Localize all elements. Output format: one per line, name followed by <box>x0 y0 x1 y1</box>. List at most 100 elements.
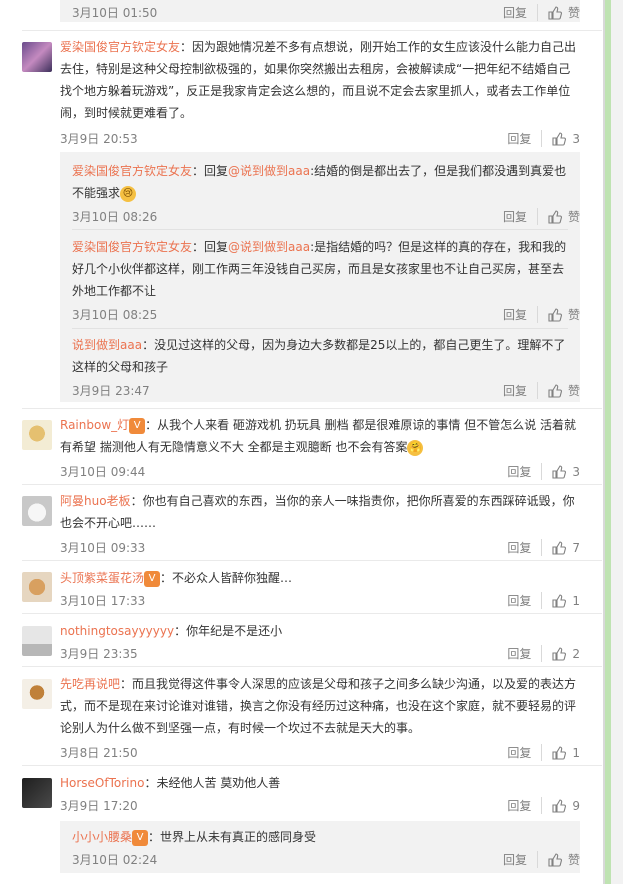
reply-button[interactable]: 回复 <box>503 4 538 21</box>
mention-link[interactable]: @说到做到aaa <box>228 240 310 254</box>
reply-body: ：没见过这样的父母，因为身边大多数都是25以上的，都自己更生了。理解不了这样的父… <box>72 338 566 374</box>
avatar[interactable] <box>22 626 52 656</box>
avatar[interactable] <box>22 420 52 450</box>
hug-emoji-icon: 🤗 <box>407 439 424 456</box>
thumbs-up-icon[interactable] <box>552 464 567 479</box>
timestamp: 3月9日 20:53 <box>60 132 138 146</box>
reply-button[interactable]: 回复 <box>503 382 538 399</box>
comment-body: ：而且我觉得这件事令人深思的应该是父母和孩子之间多么缺少沟通，以及爱的表达方式，… <box>60 677 577 735</box>
divider <box>22 30 602 31</box>
divider <box>22 765 602 766</box>
timestamp: 3月10日 08:26 <box>72 210 158 224</box>
reply-text: 小小小腰桑 V ：世界上从未有真正的感同身受 <box>72 826 568 848</box>
reply-text: 爱染国俊官方钦定女友：回复@说到做到aaa:结婚的倒是都出去了，但是我们都没遇到… <box>72 160 568 204</box>
comment-actions: 回复 1 <box>507 592 580 609</box>
avatar[interactable] <box>22 778 52 808</box>
username-link[interactable]: 小小小腰桑 <box>72 830 132 844</box>
like-label[interactable]: 赞 <box>568 306 580 323</box>
reply-button[interactable]: 回复 <box>507 797 543 814</box>
reply-button[interactable]: 回复 <box>507 463 543 480</box>
comment-actions: 回复 7 <box>507 539 580 556</box>
username-link[interactable]: 爱染国俊官方钦定女友 <box>72 240 192 254</box>
reply-text: 爱染国俊官方钦定女友：回复@说到做到aaa:是指结婚的吗？但是这样的真的存在，我… <box>72 236 568 302</box>
like-count[interactable]: 1 <box>572 746 580 760</box>
reply-body: ：世界上从未有真正的感同身受 <box>148 830 317 844</box>
comment-body: ：不必众人皆醉你独醒… <box>160 571 293 585</box>
comment-actions: 回复 赞 <box>503 4 580 21</box>
comment-text: 先吃再说吧：而且我觉得这件事令人深思的应该是父母和孩子之间多么缺少沟通，以及爱的… <box>60 673 580 739</box>
thumbs-up-icon[interactable] <box>552 798 567 813</box>
thumbs-up-icon[interactable] <box>552 745 567 760</box>
like-label[interactable]: 赞 <box>568 382 580 399</box>
scrollbar-thumb[interactable] <box>605 0 611 884</box>
thumbs-up-icon[interactable] <box>548 383 562 398</box>
reply-label: ：回复 <box>192 164 229 178</box>
username-link[interactable]: HorseOfTorino <box>60 776 144 790</box>
comment-actions: 回复 3 <box>507 130 580 147</box>
scrollbar-track[interactable] <box>603 0 623 884</box>
reply-button[interactable]: 回复 <box>507 592 543 609</box>
thumbs-up-icon[interactable] <box>552 593 567 608</box>
comment-actions: 回复 1 <box>507 744 580 761</box>
username-link[interactable]: 头顶紫菜蛋花汤 <box>60 571 144 585</box>
like-count[interactable]: 2 <box>572 647 580 661</box>
mention-link[interactable]: @说到做到aaa <box>228 164 310 178</box>
fan-badge-icon: V <box>129 417 146 434</box>
divider <box>22 560 602 561</box>
divider <box>72 328 568 329</box>
timestamp: 3月9日 17:20 <box>60 799 138 813</box>
comment-actions: 回复 2 <box>507 645 580 662</box>
username-link[interactable]: 爱染国俊官方钦定女友 <box>72 164 192 178</box>
thumbs-up-icon[interactable] <box>548 209 562 224</box>
fan-badge-icon: V <box>144 570 161 587</box>
thumbs-up-icon[interactable] <box>552 540 567 555</box>
avatar[interactable] <box>22 572 52 602</box>
reply-text: 说到做到aaa：没见过这样的父母，因为身边大多数都是25以上的，都自己更生了。理… <box>72 334 568 378</box>
comment-actions: 回复 3 <box>507 463 580 480</box>
thumbs-up-icon[interactable] <box>552 646 567 661</box>
reply-button[interactable]: 回复 <box>507 744 543 761</box>
avatar[interactable] <box>22 42 52 72</box>
like-count[interactable]: 9 <box>572 799 580 813</box>
thumbs-up-icon[interactable] <box>552 131 567 146</box>
like-count[interactable]: 3 <box>572 465 580 479</box>
divider <box>22 613 602 614</box>
thumbs-up-icon[interactable] <box>548 852 562 867</box>
username-link[interactable]: 阿曼huo老板 <box>60 494 131 508</box>
comment-text: Rainbow_灯 V ：从我个人来看 砸游戏机 扔玩具 删档 都是很难原谅的事情 … <box>60 414 580 458</box>
like-label[interactable]: 赞 <box>568 208 580 225</box>
like-count[interactable]: 3 <box>572 132 580 146</box>
timestamp: 3月10日 09:44 <box>60 465 146 479</box>
comment-feed: 3月10日 01:50 回复 赞 爱染国俊官方钦定女友：因为跟她情况差不多有点想… <box>0 0 603 884</box>
like-count[interactable]: 1 <box>572 594 580 608</box>
like-label[interactable]: 赞 <box>568 851 580 868</box>
username-link[interactable]: Rainbow_灯 <box>60 418 129 432</box>
username-link[interactable]: 先吃再说吧 <box>60 677 120 691</box>
timestamp: 3月10日 17:33 <box>60 594 146 608</box>
timestamp: 3月9日 23:35 <box>60 647 138 661</box>
reply-button[interactable]: 回复 <box>507 130 543 147</box>
thumbs-up-icon[interactable] <box>548 5 562 20</box>
thumbs-up-icon[interactable] <box>548 307 562 322</box>
divider <box>22 484 602 485</box>
like-count[interactable]: 7 <box>572 541 580 555</box>
like-count[interactable]: 赞 <box>568 4 580 21</box>
reply-button[interactable]: 回复 <box>507 539 543 556</box>
timestamp: 3月9日 23:47 <box>72 384 150 398</box>
reply-button[interactable]: 回复 <box>503 306 538 323</box>
comment-body: ：你也有自己喜欢的东西，当你的亲人一味指责你，把你所喜爱的东西踩碎诋毁，你也会不… <box>60 494 575 530</box>
avatar[interactable] <box>22 679 52 709</box>
username-link[interactable]: nothingtosayyyyyy <box>60 624 174 638</box>
username-link[interactable]: 说到做到aaa <box>72 338 142 352</box>
avatar[interactable] <box>22 496 52 526</box>
comment-actions: 回复 赞 <box>503 306 580 323</box>
reply-button[interactable]: 回复 <box>507 645 543 662</box>
comment-text: nothingtosayyyyyy：你年纪是不是还小 <box>60 620 580 642</box>
divider <box>72 229 568 230</box>
username-link[interactable]: 爱染国俊官方钦定女友 <box>60 40 180 54</box>
comment-actions: 回复 赞 <box>503 382 580 399</box>
comment-text: 头顶紫菜蛋花汤 V ：不必众人皆醉你独醒… <box>60 567 580 589</box>
reply-button[interactable]: 回复 <box>503 851 538 868</box>
timestamp: 3月10日 02:24 <box>72 853 158 867</box>
reply-button[interactable]: 回复 <box>503 208 538 225</box>
